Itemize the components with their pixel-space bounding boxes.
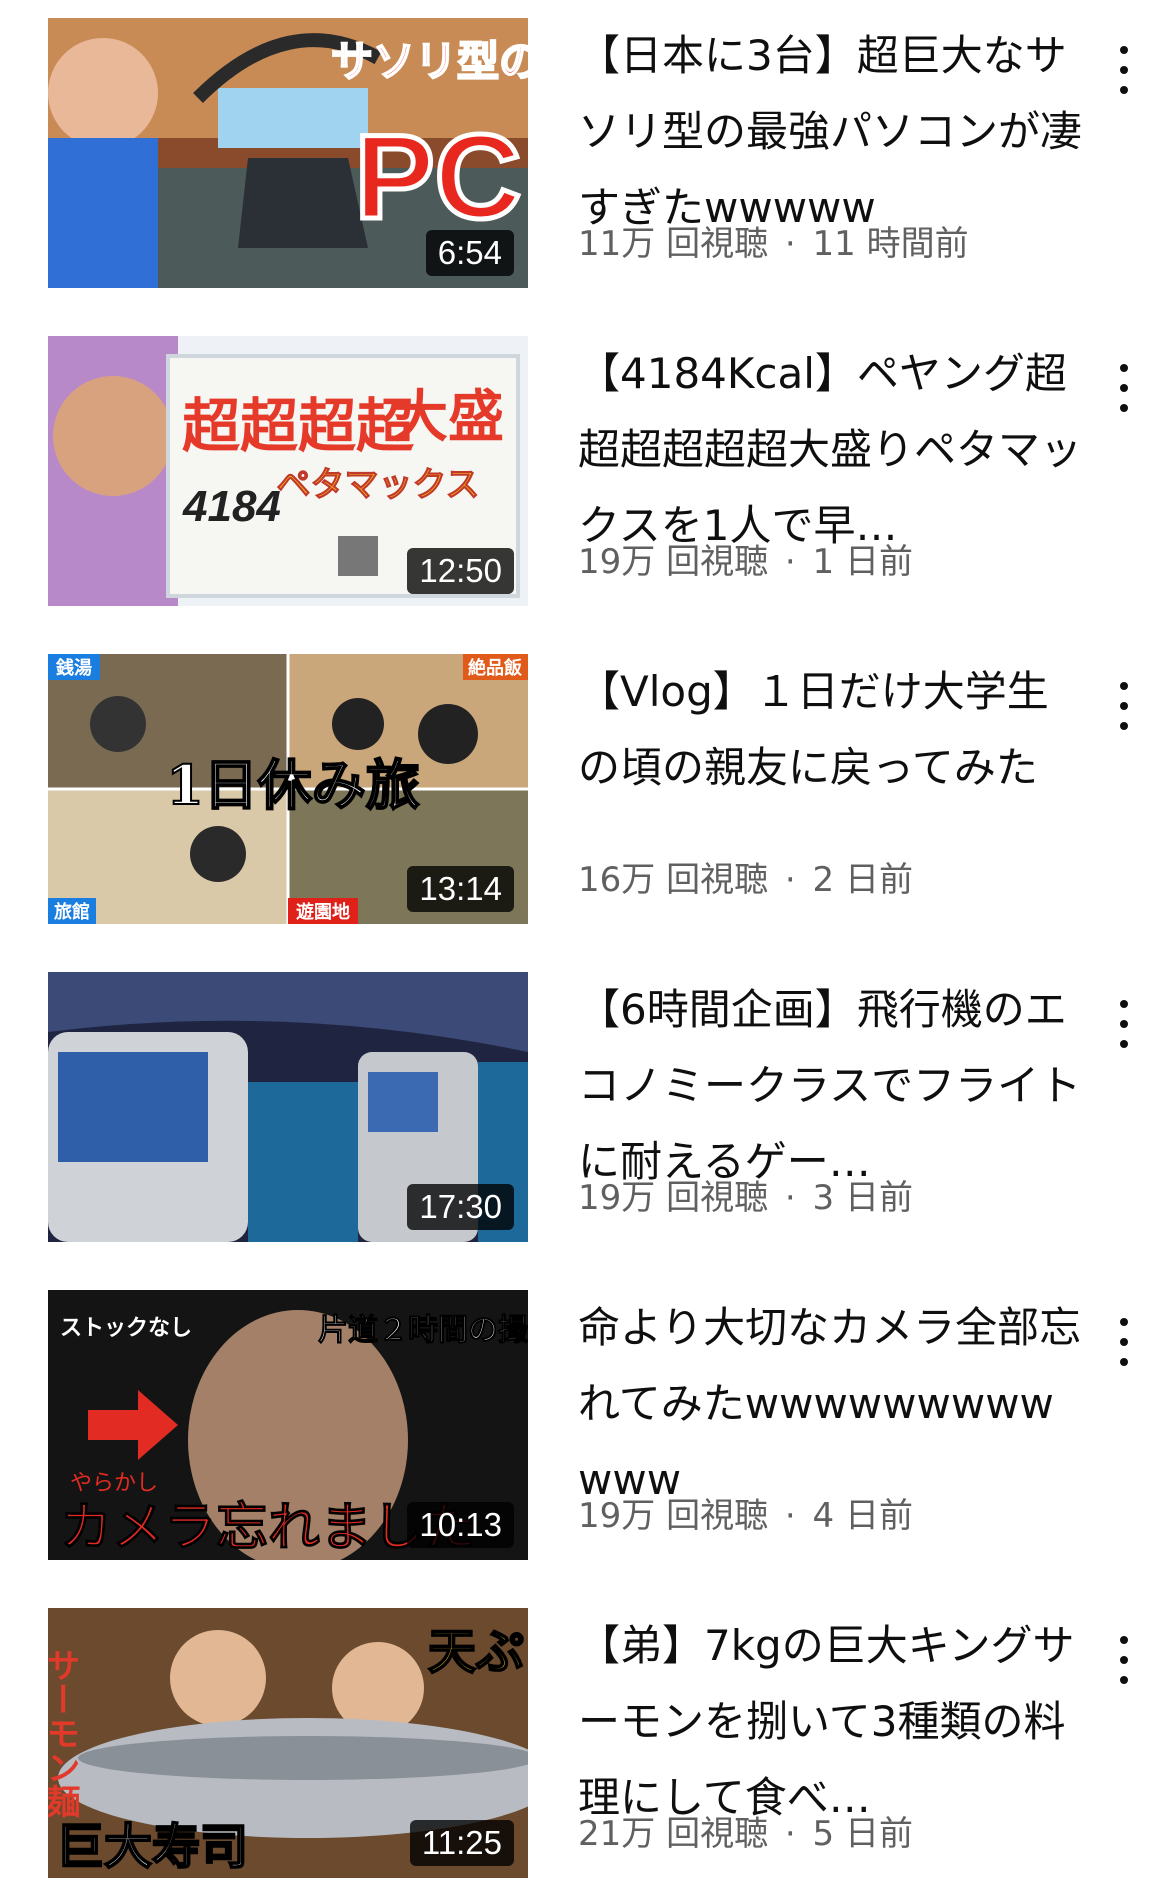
view-count: 19万 回視聴 [578,542,769,582]
thumb-caption: PC [355,110,522,244]
thumb-caption: 遊園地 [296,901,350,923]
video-item[interactable]: 1日休み旅 銭湯 絶品飯 旅館 遊園地 13:14 【Vlog】１日だけ大学生の… [0,654,1170,924]
video-title[interactable]: 【6時間企画】飛行機のエコノミークラスでフライトに耐えるゲー… [578,972,1088,1200]
thumb-caption: 片道２時間の撮影 [318,1313,528,1348]
thumb-caption: 超超超超 [182,392,415,460]
video-thumbnail[interactable]: 超超超超 大盛 ペタマックス 4184 12:50 [48,336,528,606]
video-thumbnail[interactable]: 1日休み旅 銭湯 絶品飯 旅館 遊園地 13:14 [48,654,528,924]
upload-age: 1 日前 [812,542,913,582]
upload-age: 4 日前 [812,1496,913,1536]
more-vert-icon[interactable] [1104,1632,1144,1688]
video-thumbnail[interactable]: ストックなし 片道２時間の撮影 やらかし カメラ忘れました 10:13 [48,1290,528,1560]
thumb-caption: やらかし [70,1471,158,1496]
view-count: 19万 回視聴 [578,1496,769,1536]
duration-badge: 10:13 [407,1502,514,1548]
video-thumbnail[interactable]: サソリ型の PC 6:54 [48,18,528,288]
more-vert-icon[interactable] [1104,42,1144,98]
duration-badge: 17:30 [407,1184,514,1230]
more-vert-icon[interactable] [1104,678,1144,734]
duration-badge: 6:54 [425,230,514,276]
video-thumbnail[interactable]: サーモン麺 天ぷら 巨大寿司 11:25 [48,1608,528,1878]
thumb-caption: 銭湯 [55,657,92,679]
video-meta: 16万 回視聴 · 2 日前 [578,860,913,900]
duration-badge: 12:50 [407,548,514,594]
video-item[interactable]: 17:30 【6時間企画】飛行機のエコノミークラスでフライトに耐えるゲー… 19… [0,972,1170,1242]
video-item[interactable]: 超超超超 大盛 ペタマックス 4184 12:50 【4184Kcal】ペヤング… [0,336,1170,606]
thumb-caption: 大盛 [392,385,504,450]
upload-age: 3 日前 [812,1178,913,1218]
view-count: 21万 回視聴 [578,1814,769,1854]
upload-age: 2 日前 [812,860,913,900]
more-vert-icon[interactable] [1104,360,1144,416]
duration-badge: 13:14 [407,866,514,912]
thumb-caption: 絶品飯 [468,657,522,679]
video-meta: 21万 回視聴 · 5 日前 [578,1814,913,1854]
more-vert-icon[interactable] [1104,996,1144,1052]
video-meta: 19万 回視聴 · 1 日前 [578,542,913,582]
thumb-caption: 巨大寿司 [56,1819,248,1875]
view-count: 11万 回視聴 [578,224,769,264]
video-title[interactable]: 命より大切なカメラ全部忘れてみたwwwwwwwwwwww [578,1290,1088,1518]
video-meta: 19万 回視聴 · 4 日前 [578,1496,913,1536]
thumb-caption: ペタマックス [277,465,480,505]
video-thumbnail[interactable]: 17:30 [48,972,528,1242]
video-meta: 11万 回視聴 · 11 時間前 [578,224,969,264]
view-count: 19万 回視聴 [578,1178,769,1218]
view-count: 16万 回視聴 [578,860,769,900]
video-item[interactable]: サソリ型の PC 6:54 【日本に3台】超巨大なサソリ型の最強パソコンが凄すぎ… [0,18,1170,288]
thumb-caption: 旅館 [54,901,90,923]
thumb-caption: ストックなし [60,1316,192,1341]
video-meta: 19万 回視聴 · 3 日前 [578,1178,913,1218]
thumb-caption: 4184 [182,482,281,531]
video-item[interactable]: ストックなし 片道２時間の撮影 やらかし カメラ忘れました 10:13 命より大… [0,1290,1170,1560]
thumb-caption: サソリ型の [331,37,528,86]
upload-age: 5 日前 [812,1814,913,1854]
video-title[interactable]: 【日本に3台】超巨大なサソリ型の最強パソコンが凄すぎたwwwww [578,18,1088,246]
video-title[interactable]: 【Vlog】１日だけ大学生の頃の親友に戻ってみた [578,654,1088,882]
more-vert-icon[interactable] [1104,1314,1144,1370]
video-title[interactable]: 【弟】7kgの巨大キングサーモンを捌いて3種類の料理にして食べ… [578,1608,1088,1836]
video-title[interactable]: 【4184Kcal】ペヤング超超超超超超大盛りペタマックスを1人で早… [578,336,1088,564]
video-item[interactable]: サーモン麺 天ぷら 巨大寿司 11:25 【弟】7kgの巨大キングサーモンを捌い… [0,1608,1170,1878]
thumb-caption: サーモン麺 [48,1648,80,1818]
upload-age: 11 時間前 [812,224,969,264]
thumb-caption: 1日休み旅 [166,753,420,817]
thumb-caption: 天ぷら [428,1624,528,1680]
duration-badge: 11:25 [409,1820,514,1866]
